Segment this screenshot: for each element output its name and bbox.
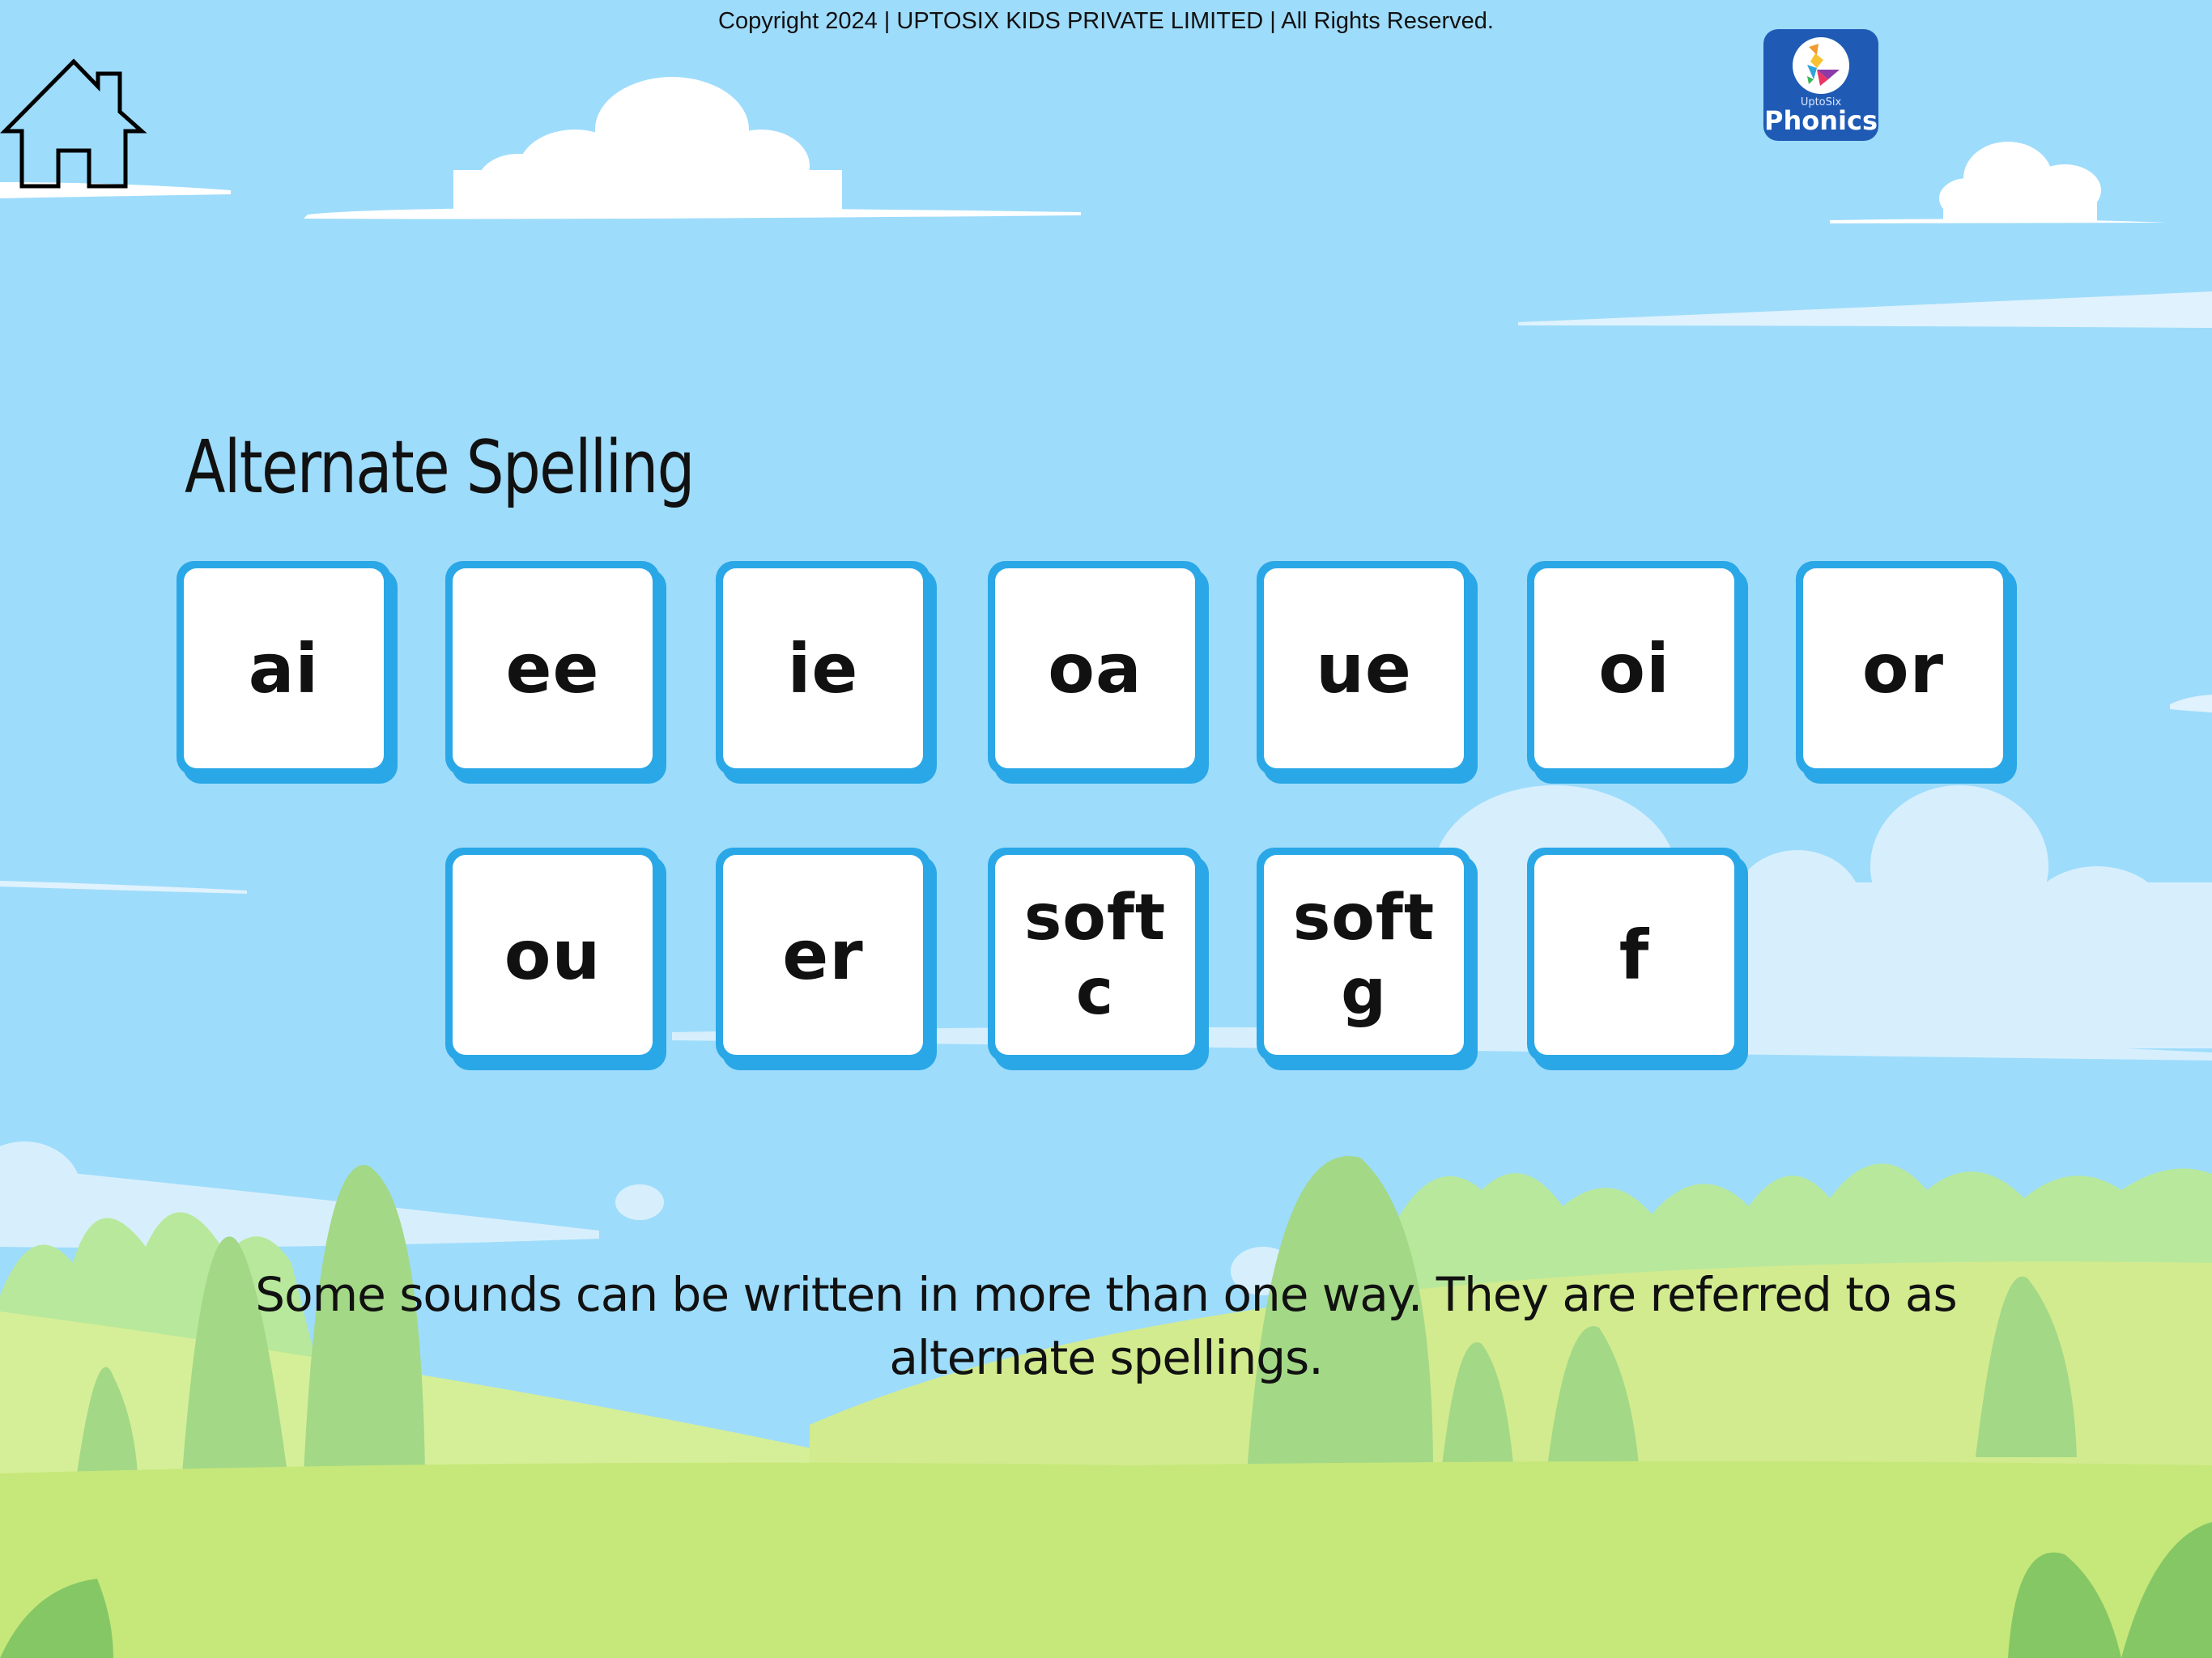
card-label: oa [1048,628,1142,708]
card-label: ai [248,628,320,708]
logo-main-text: Phonics [1764,105,1878,136]
spelling-card-soft-c[interactable]: soft c [988,848,1202,1062]
spelling-card-f[interactable]: f [1527,848,1742,1062]
card-label: f [1619,915,1650,995]
uptosix-phonics-logo: UptoSix Phonics [1763,29,1878,141]
home-icon [0,58,147,189]
description-text: Some sounds can be written in more than … [255,1267,1957,1385]
spelling-card-ai[interactable]: ai [177,561,391,776]
card-label: soft g [1292,881,1436,1029]
page-title: Alternate Spelling [185,425,696,510]
spelling-card-oi[interactable]: oi [1527,561,1742,776]
spelling-card-ou[interactable]: ou [445,848,660,1062]
copyright-text: Copyright 2024 | UPTOSIX KIDS PRIVATE LI… [718,8,1494,34]
card-label: soft c [1023,881,1167,1029]
tangram-bird-icon [1793,37,1849,94]
card-label: ie [787,628,859,708]
card-label: oi [1598,628,1670,708]
card-label: or [1861,628,1945,708]
card-label: ou [504,915,602,995]
spelling-card-ie[interactable]: ie [716,561,930,776]
spelling-card-soft-g[interactable]: soft g [1257,848,1471,1062]
home-button[interactable] [0,57,147,190]
spelling-card-oa[interactable]: oa [988,561,1202,776]
spelling-card-ue[interactable]: ue [1257,561,1471,776]
spelling-card-er[interactable]: er [716,848,930,1062]
spelling-card-ee[interactable]: ee [445,561,660,776]
card-label: ee [505,628,600,708]
spelling-card-or[interactable]: or [1796,561,2010,776]
card-label: er [782,915,864,995]
background-scene [0,0,2212,1658]
card-label: ue [1316,628,1412,708]
